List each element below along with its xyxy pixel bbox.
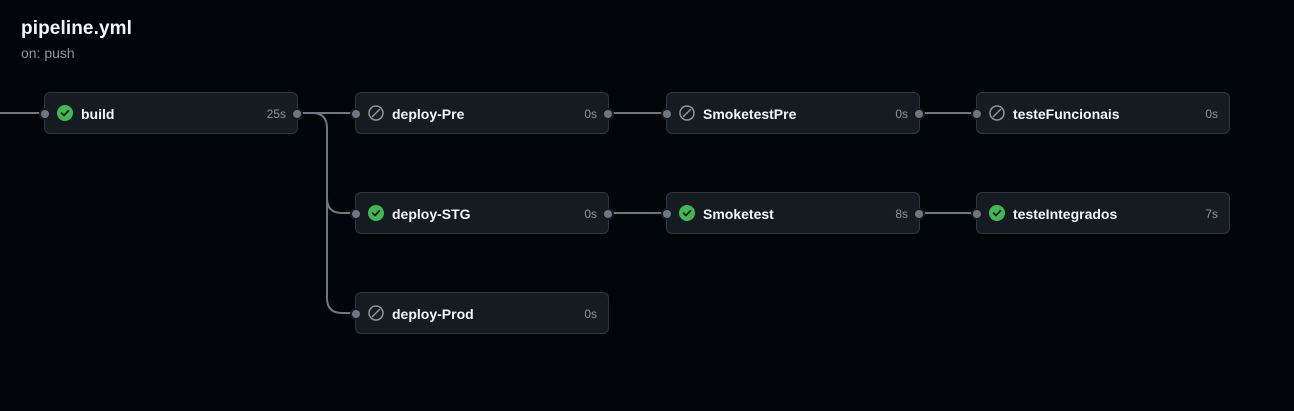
job-testeintegrados[interactable]: testeIntegrados 7s [971,192,1230,234]
job-name: SmoketestPre [703,106,797,122]
job-smoketestpre[interactable]: SmoketestPre 0s [661,92,925,134]
job-name: build [81,106,115,122]
input-port [661,208,673,220]
job-name: testeFuncionais [1013,106,1120,122]
check-circle-fill-icon [57,105,73,121]
skip-circle-icon [368,105,384,121]
output-port [913,208,925,220]
input-port [971,208,983,220]
input-port [350,108,362,120]
job-duration: 0s [1205,107,1218,121]
workflow-graph: pipeline.yml on: push build 25s deploy-P… [0,0,1294,411]
job-deploy-pre[interactable]: deploy-Pre 0s [350,92,614,134]
job-duration: 0s [584,307,597,321]
input-port [350,308,362,320]
job-duration: 0s [895,107,908,121]
job-duration: 0s [584,107,597,121]
output-port [913,108,925,120]
job-deploy-stg[interactable]: deploy-STG 0s [350,192,614,234]
check-circle-fill-icon [989,205,1005,221]
input-port [350,208,362,220]
input-port [661,108,673,120]
job-deploy-prod[interactable]: deploy-Prod 0s [350,292,609,334]
job-duration: 7s [1205,207,1218,221]
job-duration: 0s [584,207,597,221]
job-duration: 8s [895,207,908,221]
job-name: testeIntegrados [1013,206,1118,222]
skip-circle-icon [368,305,384,321]
output-port [602,108,614,120]
check-circle-fill-icon [679,205,695,221]
job-name: deploy-Prod [392,306,474,322]
job-name: deploy-Pre [392,106,465,122]
input-port [39,108,51,120]
job-testefuncionais[interactable]: testeFuncionais 0s [971,92,1230,134]
job-name: Smoketest [703,206,774,222]
job-duration: 25s [266,107,286,121]
job-name: deploy-STG [392,206,471,222]
input-port [971,108,983,120]
check-circle-fill-icon [368,205,384,221]
output-port [291,108,303,120]
skip-circle-icon [989,105,1005,121]
skip-circle-icon [679,105,695,121]
job-smoketest[interactable]: Smoketest 8s [661,192,925,234]
job-build[interactable]: build 25s [39,92,303,134]
output-port [602,208,614,220]
